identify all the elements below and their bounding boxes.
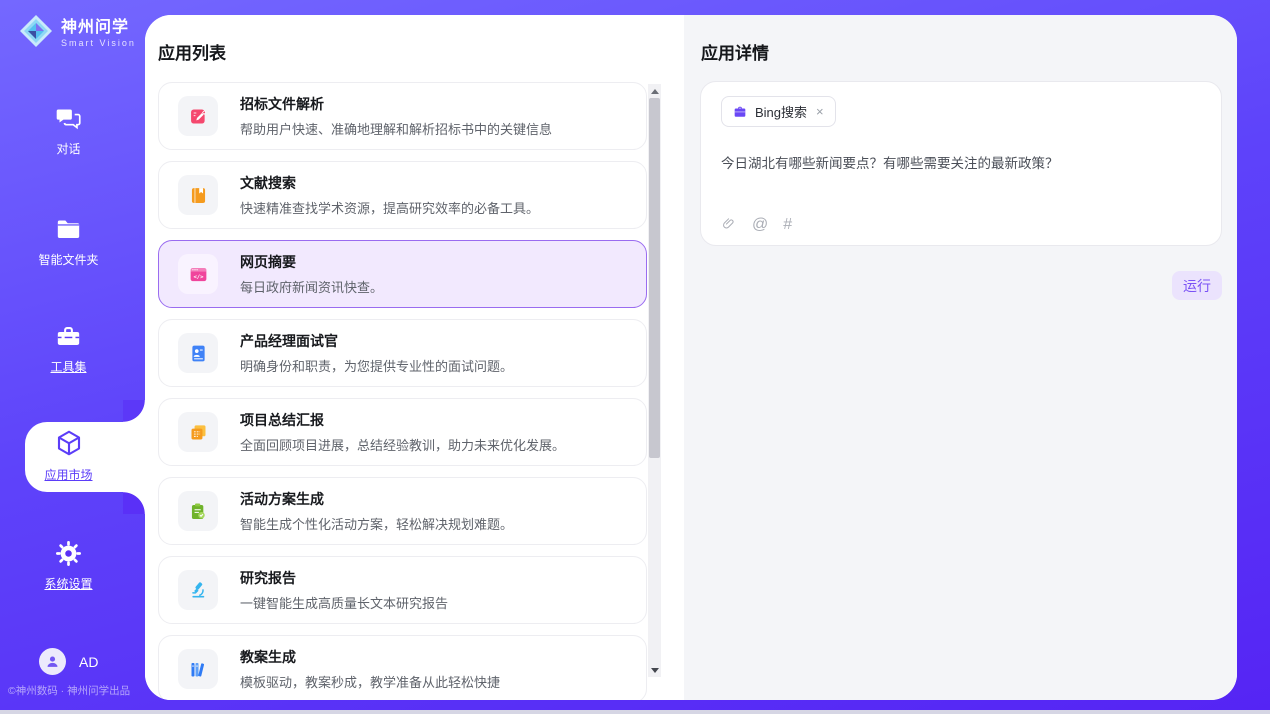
literature-search-icon <box>188 185 209 206</box>
app-icon-tile <box>178 333 218 373</box>
triangle-up-icon <box>651 89 659 94</box>
app-title: 教案生成 <box>240 647 500 667</box>
app-card[interactable]: 活动方案生成 智能生成个性化活动方案，轻松解决规划难题。 <box>158 477 647 545</box>
app-card-selected[interactable]: </> 网页摘要 每日政府新闻资讯快查。 <box>158 240 647 308</box>
sidebar-item-chat[interactable]: 对话 <box>0 105 137 157</box>
app-icon-tile <box>178 649 218 689</box>
brand-logo: 神州问学 Smart Vision <box>18 13 136 54</box>
scroll-down-button[interactable] <box>648 663 661 677</box>
sidebar: 神州问学 Smart Vision 对话 智能文件夹 <box>0 0 145 714</box>
sidebar-item-label: 智能文件夹 <box>0 251 137 268</box>
sidebar-item-label: 对话 <box>0 140 137 157</box>
mention-at-icon[interactable]: @ <box>752 217 768 233</box>
hash-icon[interactable]: # <box>783 217 792 233</box>
app-card[interactable]: 项目总结汇报 全面回顾项目进展，总结经验教训，助力未来优化发展。 <box>158 398 647 466</box>
app-icon-tile: </> <box>178 254 218 294</box>
brand-name: 神州问学 <box>61 19 136 37</box>
prompt-card[interactable]: Bing搜索 × 今日湖北有哪些新闻要点？有哪些需要关注的最新政策？ @ # <box>700 81 1222 246</box>
close-icon[interactable]: × <box>814 104 826 119</box>
cube-icon <box>0 428 137 458</box>
prompt-toolbar: @ # <box>721 216 792 233</box>
content-shell: 应用列表 招标文件解析 帮助用户快速、准确地理解和解析招标书中的关键信息 <box>145 15 1237 700</box>
sidebar-item-app-market[interactable]: 应用市场 <box>0 428 137 483</box>
app-desc: 快速精准查找学术资源，提高研究效率的必备工具。 <box>240 198 539 217</box>
paperclip-icon[interactable] <box>721 216 737 233</box>
app-card[interactable]: 研究报告 一键智能生成高质量长文本研究报告 <box>158 556 647 624</box>
scroll-up-button[interactable] <box>648 84 661 98</box>
app-window: 神州问学 Smart Vision 对话 智能文件夹 <box>0 0 1270 714</box>
app-desc: 模板驱动，教案秒成，教学准备从此轻松快捷 <box>240 672 500 691</box>
svg-text:</>: </> <box>193 274 204 280</box>
user-row[interactable]: AD <box>39 648 98 675</box>
app-list-title: 应用列表 <box>158 39 226 64</box>
chat-icon <box>0 105 137 132</box>
app-title: 招标文件解析 <box>240 94 552 114</box>
app-card-list: 招标文件解析 帮助用户快速、准确地理解和解析招标书中的关键信息 文献搜索 <box>158 82 647 700</box>
run-button[interactable]: 运行 <box>1172 271 1222 300</box>
sidebar-item-label: 应用市场 <box>0 466 137 483</box>
sidebar-item-label: 工具集 <box>0 358 137 375</box>
app-desc: 智能生成个性化活动方案，轻松解决规划难题。 <box>240 514 513 533</box>
app-desc: 帮助用户快速、准确地理解和解析招标书中的关键信息 <box>240 119 552 138</box>
folder-icon <box>0 216 137 243</box>
app-icon-tile <box>178 570 218 610</box>
brand-tagline: Smart Vision <box>61 38 136 48</box>
app-desc: 全面回顾项目进展，总结经验教训，助力未来优化发展。 <box>240 435 565 454</box>
app-icon-tile <box>178 96 218 136</box>
sidebar-item-smart-folder[interactable]: 智能文件夹 <box>0 216 137 268</box>
tender-parse-icon <box>188 106 209 127</box>
app-list-panel: 应用列表 招标文件解析 帮助用户快速、准确地理解和解析招标书中的关键信息 <box>145 15 684 700</box>
pm-interviewer-icon <box>188 343 209 364</box>
lesson-plan-icon <box>188 659 209 680</box>
app-title: 产品经理面试官 <box>240 331 513 351</box>
scroll-thumb[interactable] <box>649 98 660 458</box>
app-title: 研究报告 <box>240 568 448 588</box>
user-initials: AD <box>79 654 98 670</box>
app-title: 网页摘要 <box>240 252 383 272</box>
app-icon-tile <box>178 491 218 531</box>
prompt-text[interactable]: 今日湖北有哪些新闻要点？有哪些需要关注的最新政策？ <box>721 152 1201 172</box>
toolbox-icon <box>0 323 137 350</box>
sidebar-footer: ©神州数码 · 神州问学出品 <box>8 683 130 698</box>
research-report-icon <box>188 580 209 601</box>
app-card[interactable]: 产品经理面试官 明确身份和职责，为您提供专业性的面试问题。 <box>158 319 647 387</box>
list-scrollbar[interactable] <box>648 84 661 677</box>
app-detail-panel: 应用详情 Bing搜索 × 今日湖北有哪些新闻要点？有哪些需要关注的最新政策？ <box>684 15 1237 700</box>
app-desc: 明确身份和职责，为您提供专业性的面试问题。 <box>240 356 513 375</box>
diamond-logo-icon <box>18 13 54 54</box>
briefcase-icon <box>732 104 748 120</box>
web-summary-icon: </> <box>188 264 209 285</box>
app-detail-title: 应用详情 <box>701 39 769 64</box>
app-icon-tile <box>178 175 218 215</box>
sidebar-item-label: 系统设置 <box>0 575 137 592</box>
app-title: 项目总结汇报 <box>240 410 565 430</box>
app-card[interactable]: 文献搜索 快速精准查找学术资源，提高研究效率的必备工具。 <box>158 161 647 229</box>
avatar[interactable] <box>39 648 66 675</box>
event-plan-icon <box>188 501 209 522</box>
app-title: 活动方案生成 <box>240 489 513 509</box>
sidebar-item-toolset[interactable]: 工具集 <box>0 323 137 375</box>
tool-chip-label: Bing搜索 <box>755 102 807 121</box>
app-desc: 每日政府新闻资讯快查。 <box>240 277 383 296</box>
app-card[interactable]: 招标文件解析 帮助用户快速、准确地理解和解析招标书中的关键信息 <box>158 82 647 150</box>
window-bottom-edge <box>0 710 1270 714</box>
app-icon-tile <box>178 412 218 452</box>
app-title: 文献搜索 <box>240 173 539 193</box>
gear-icon <box>0 540 137 567</box>
triangle-down-icon <box>651 668 659 673</box>
sidebar-item-settings[interactable]: 系统设置 <box>0 540 137 592</box>
app-card[interactable]: 教案生成 模板驱动，教案秒成，教学准备从此轻松快捷 <box>158 635 647 700</box>
tool-chip[interactable]: Bing搜索 × <box>721 96 836 127</box>
person-icon <box>44 653 61 670</box>
app-desc: 一键智能生成高质量长文本研究报告 <box>240 593 448 612</box>
project-report-icon <box>188 422 209 443</box>
